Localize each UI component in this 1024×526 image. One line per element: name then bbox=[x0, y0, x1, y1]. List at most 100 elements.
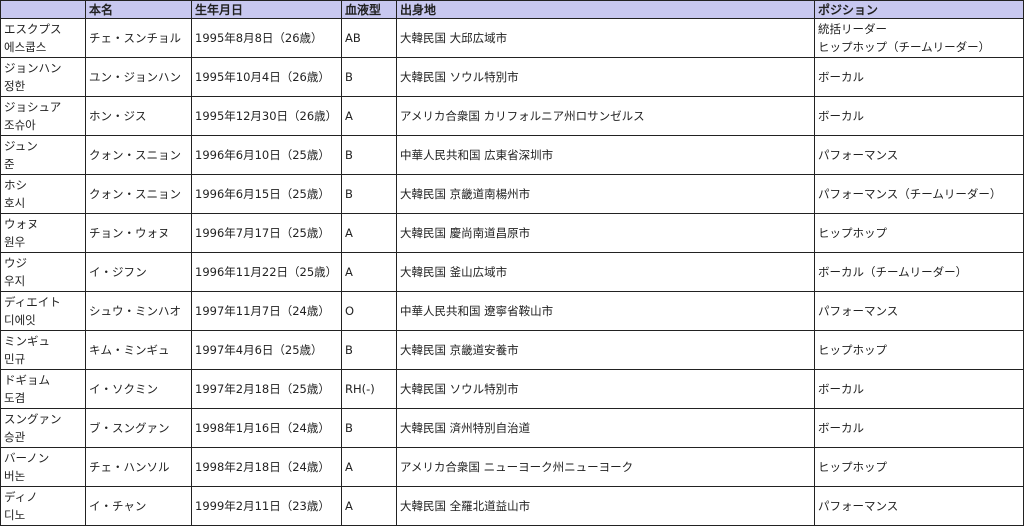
real-name-cell: ホン・ジス bbox=[85, 96, 192, 136]
real-name-cell: イ・チャン bbox=[85, 486, 192, 526]
stage-name-korean: 도겸 bbox=[4, 391, 26, 405]
position-cell: ボーカル bbox=[814, 408, 1024, 448]
table-row: エスクプス 에스쿱스 チェ・スンチョル 1995年8月8日（26歳） AB 大韓民国 大邱… bbox=[0, 18, 1024, 58]
position-line: ボーカル bbox=[818, 109, 864, 123]
real-name-cell: イ・ソクミン bbox=[85, 369, 192, 409]
table-row: ウォヌ 원우 チョン・ウォヌ 1996年7月17日（25歳） A 大韓民国 慶尚南道昌原市… bbox=[0, 213, 1024, 253]
stage-name-korean: 준 bbox=[4, 157, 15, 171]
table-row: スングァン 승관 ブ・スングァン 1998年1月16日（24歳） B 大韓民国 済州特別自… bbox=[0, 408, 1024, 448]
header-origin: 出身地 bbox=[396, 0, 815, 19]
stage-name-japanese: ジョシュア bbox=[4, 100, 62, 114]
blood-type-cell: AB bbox=[341, 18, 397, 58]
blood-type-cell: O bbox=[341, 291, 397, 331]
origin-cell: 中華人民共和国 広東省深圳市 bbox=[396, 135, 815, 175]
birthday-cell: 1995年12月30日（26歳） bbox=[191, 96, 342, 136]
blood-type-cell: B bbox=[341, 57, 397, 97]
blood-type-cell: A bbox=[341, 213, 397, 253]
stage-name-cell: ジョンハン 정한 bbox=[0, 57, 86, 97]
position-line: パフォーマンス bbox=[818, 304, 899, 318]
position-line: ボーカル（チームリーダー） bbox=[818, 265, 968, 279]
birthday-cell: 1997年4月6日（25歳） bbox=[191, 330, 342, 370]
origin-cell: 大韓民国 大邱広域市 bbox=[396, 18, 815, 58]
stage-name-cell: ジョシュア 조슈아 bbox=[0, 96, 86, 136]
table-row: ウジ 우지 イ・ジフン 1996年11月22日（25歳） A 大韓民国 釜山広域市 ボーカル… bbox=[0, 252, 1024, 292]
position-line: パフォーマンス（チームリーダー） bbox=[818, 187, 1002, 201]
position-cell: 統括リーダー ヒップホップ（チームリーダー） bbox=[814, 18, 1024, 58]
table-row: ドギョム 도겸 イ・ソクミン 1997年2月18日（25歳） RH(-) 大韓民国 ソウル… bbox=[0, 369, 1024, 409]
origin-cell: 大韓民国 慶尚南道昌原市 bbox=[396, 213, 815, 253]
header-row: 本名 生年月日 血液型 出身地 ポジション bbox=[0, 0, 1024, 19]
stage-name-korean: 버논 bbox=[4, 469, 26, 483]
real-name-cell: キム・ミンギュ bbox=[85, 330, 192, 370]
position-line: パフォーマンス bbox=[818, 499, 899, 513]
birthday-cell: 1996年6月10日（25歳） bbox=[191, 135, 342, 175]
blood-type-cell: B bbox=[341, 174, 397, 214]
stage-name-japanese: エスクプス bbox=[4, 22, 62, 36]
blood-type-cell: B bbox=[341, 135, 397, 175]
header-birthday: 生年月日 bbox=[191, 0, 342, 19]
stage-name-korean: 승관 bbox=[4, 430, 26, 444]
stage-name-cell: ジュン 준 bbox=[0, 135, 86, 175]
blood-type-cell: A bbox=[341, 447, 397, 487]
position-line: ヒップホップ bbox=[818, 343, 887, 357]
stage-name-japanese: ジュン bbox=[4, 139, 38, 153]
origin-cell: 大韓民国 全羅北道益山市 bbox=[396, 486, 815, 526]
position-line: ボーカル bbox=[818, 382, 864, 396]
real-name-cell: シュウ・ミンハオ bbox=[85, 291, 192, 331]
stage-name-cell: ディエイト 디에잇 bbox=[0, 291, 86, 331]
birthday-cell: 1997年11月7日（24歳） bbox=[191, 291, 342, 331]
header-real-name: 本名 bbox=[85, 0, 192, 19]
position-line: ヒップホップ bbox=[818, 460, 887, 474]
real-name-cell: チェ・スンチョル bbox=[85, 18, 192, 58]
birthday-cell: 1996年11月22日（25歳） bbox=[191, 252, 342, 292]
origin-cell: 大韓民国 京畿道南楊州市 bbox=[396, 174, 815, 214]
stage-name-korean: 디노 bbox=[4, 508, 26, 522]
position-line: ヒップホップ（チームリーダー） bbox=[818, 40, 991, 54]
table-row: ジュン 준 クォン・スニョン 1996年6月10日（25歳） B 中華人民共和国 広東省深… bbox=[0, 135, 1024, 175]
table-row: ジョンハン 정한 ユン・ジョンハン 1995年10月4日（26歳） B 大韓民国 ソウル特… bbox=[0, 57, 1024, 97]
real-name-cell: チェ・ハンソル bbox=[85, 447, 192, 487]
blood-type-cell: B bbox=[341, 408, 397, 448]
position-cell: ボーカル bbox=[814, 96, 1024, 136]
stage-name-korean: 에스쿱스 bbox=[4, 40, 47, 54]
stage-name-korean: 디에잇 bbox=[4, 313, 36, 327]
birthday-cell: 1995年10月4日（26歳） bbox=[191, 57, 342, 97]
table-row: ミンギュ 민규 キム・ミンギュ 1997年4月6日（25歳） B 大韓民国 京畿道安養市ヒ… bbox=[0, 330, 1024, 370]
origin-cell: 中華人民共和国 遼寧省鞍山市 bbox=[396, 291, 815, 331]
stage-name-japanese: ジョンハン bbox=[4, 61, 62, 75]
birthday-cell: 1996年7月17日（25歳） bbox=[191, 213, 342, 253]
position-cell: ボーカル（チームリーダー） bbox=[814, 252, 1024, 292]
position-cell: パフォーマンス（チームリーダー） bbox=[814, 174, 1024, 214]
stage-name-cell: ディノ 디노 bbox=[0, 486, 86, 526]
real-name-cell: チョン・ウォヌ bbox=[85, 213, 192, 253]
table-row: バーノン 버논 チェ・ハンソル 1998年2月18日（24歳） A アメリカ合衆国 ニュー… bbox=[0, 447, 1024, 487]
stage-name-cell: バーノン 버논 bbox=[0, 447, 86, 487]
header-stage-name bbox=[0, 0, 86, 19]
real-name-cell: クォン・スニョン bbox=[85, 135, 192, 175]
table-row: ディノ 디노 イ・チャン 1999年2月11日（23歳） A 大韓民国 全羅北道益山市 パフ… bbox=[0, 486, 1024, 526]
position-line: ヒップホップ bbox=[818, 226, 887, 240]
stage-name-japanese: ディノ bbox=[4, 490, 38, 504]
stage-name-cell: ドギョム 도겸 bbox=[0, 369, 86, 409]
stage-name-korean: 조슈아 bbox=[4, 118, 36, 132]
origin-cell: 大韓民国 済州特別自治道 bbox=[396, 408, 815, 448]
blood-type-cell: A bbox=[341, 486, 397, 526]
table-row: ホシ 호시 クォン・スニョン 1996年6月15日（25歳） B 大韓民国 京畿道南楊州市… bbox=[0, 174, 1024, 214]
position-cell: ヒップホップ bbox=[814, 213, 1024, 253]
origin-cell: 大韓民国 釜山広域市 bbox=[396, 252, 815, 292]
stage-name-japanese: ウジ bbox=[4, 256, 27, 270]
origin-cell: 大韓民国 京畿道安養市 bbox=[396, 330, 815, 370]
position-cell: パフォーマンス bbox=[814, 135, 1024, 175]
stage-name-korean: 호시 bbox=[4, 196, 26, 210]
position-cell: ヒップホップ bbox=[814, 330, 1024, 370]
header-blood-type: 血液型 bbox=[341, 0, 397, 19]
origin-cell: アメリカ合衆国 ニューヨーク州ニューヨーク bbox=[396, 447, 815, 487]
real-name-cell: ユン・ジョンハン bbox=[85, 57, 192, 97]
position-cell: パフォーマンス bbox=[814, 486, 1024, 526]
stage-name-korean: 우지 bbox=[4, 274, 26, 288]
position-cell: ボーカル bbox=[814, 369, 1024, 409]
real-name-cell: クォン・スニョン bbox=[85, 174, 192, 214]
birthday-cell: 1996年6月15日（25歳） bbox=[191, 174, 342, 214]
birthday-cell: 1998年2月18日（24歳） bbox=[191, 447, 342, 487]
stage-name-japanese: ミンギュ bbox=[4, 334, 50, 348]
